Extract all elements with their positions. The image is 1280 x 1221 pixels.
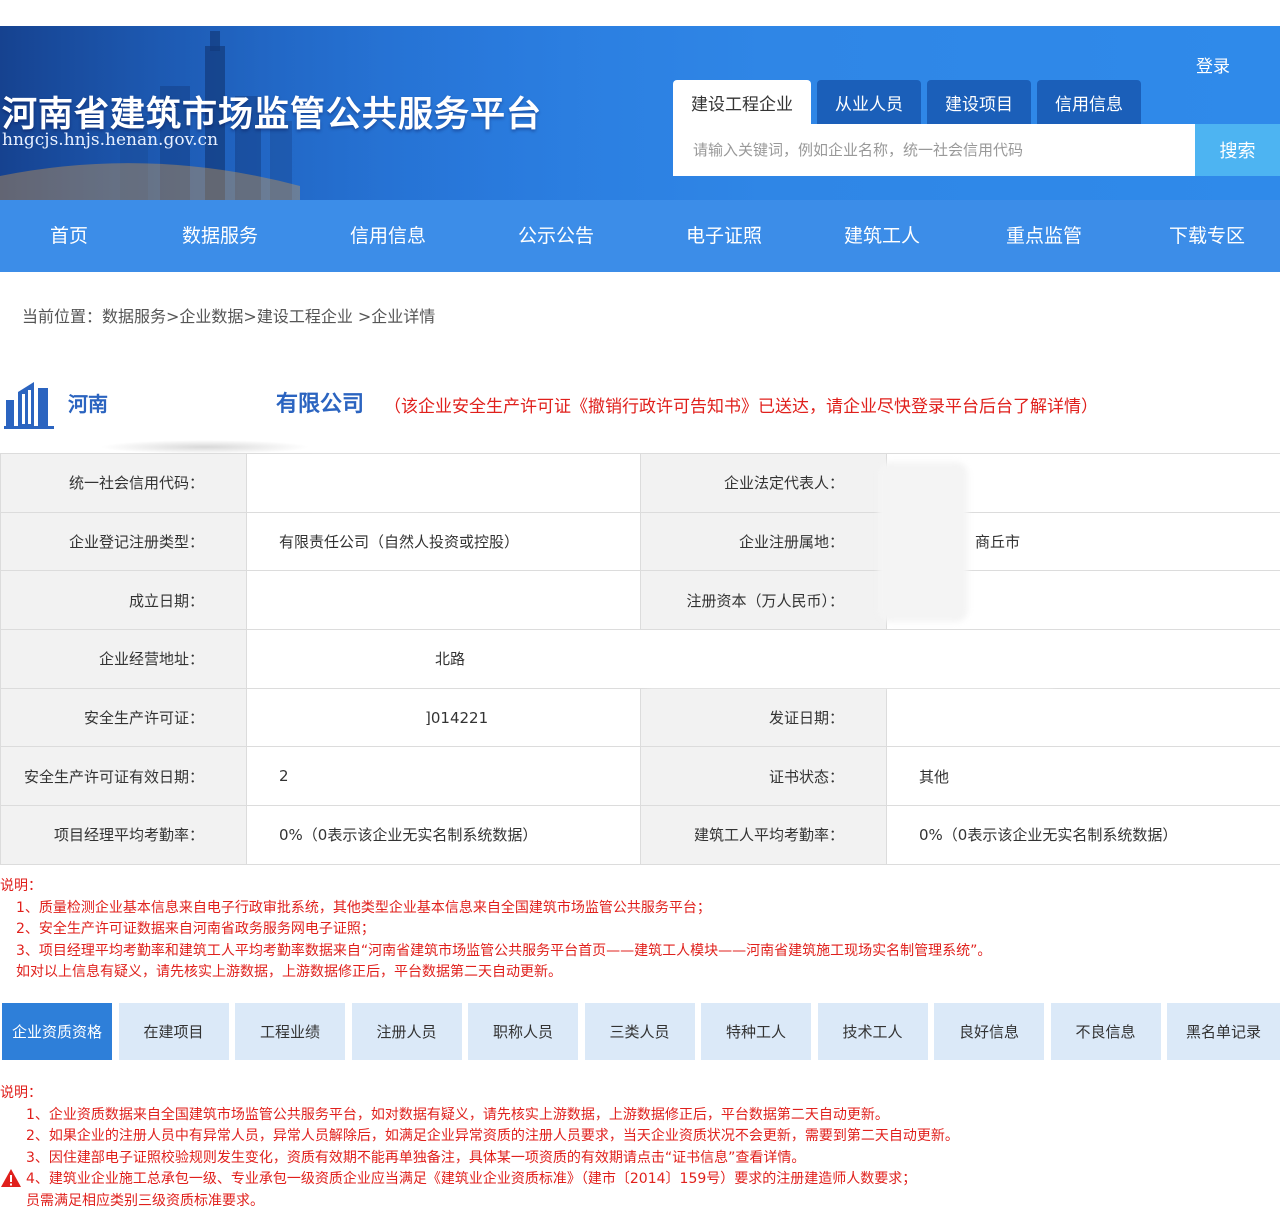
table-row: 统一社会信用代码： 企业法定代表人：	[0, 453, 1280, 513]
label-credit-code: 统一社会信用代码：	[0, 453, 247, 513]
label-business-address: 企业经营地址：	[0, 629, 247, 689]
value-worker-attendance: 0%（0表示该企业无实名制系统数据）	[886, 805, 1280, 865]
site-url: hngcjs.hnjs.henan.gov.cn	[2, 130, 219, 150]
nav-item-credit[interactable]: 信用信息	[350, 200, 426, 272]
tab-skilled-workers[interactable]: 技术工人	[817, 1003, 928, 1060]
table-row: 安全生产许可证： ]014221 发证日期：	[0, 687, 1280, 748]
table-row: 成立日期： 注册资本（万人民币）：	[0, 570, 1280, 631]
search-tab-projects[interactable]: 建设项目	[927, 80, 1031, 124]
value-pm-attendance: 0%（0表示该企业无实名制系统数据）	[246, 805, 641, 865]
label-license-validity: 安全生产许可证有效日期：	[0, 746, 247, 807]
note-line: 1、质量检测企业基本信息来自电子行政审批系统，其他类型企业基本信息来自全国建筑市…	[16, 899, 711, 916]
search-tab-practitioners[interactable]: 从业人员	[817, 80, 921, 124]
redacted-region	[640, 636, 1060, 686]
company-name: 河南 有限公司	[68, 386, 364, 418]
company-name-suffix: 有限公司	[276, 392, 365, 417]
tab-performance[interactable]: 工程业绩	[235, 1003, 345, 1060]
nav-item-data-service[interactable]: 数据服务	[182, 200, 258, 272]
label-certificate-status: 证书状态：	[640, 746, 887, 807]
tab-special-workers[interactable]: 特种工人	[701, 1003, 811, 1060]
nav-item-announcements[interactable]: 公示公告	[518, 200, 594, 272]
note-line: 2、安全生产许可证数据来自河南省政务服务网电子证照；	[16, 921, 375, 937]
login-link[interactable]: 登录	[1196, 52, 1230, 77]
value-founding-date	[246, 570, 641, 631]
redacted-region	[100, 440, 310, 454]
tab-titled-staff[interactable]: 职称人员	[468, 1003, 578, 1060]
note-line: 如对以上信息有疑义，请先核实上游数据，上游数据修正后，平台数据第二天自动更新。	[16, 964, 562, 980]
company-warning: （该企业安全生产许可证《撤销行政许可告知书》已送达，请企业尽快登录平台后台了解详…	[384, 397, 1098, 417]
value-certificate-status: 其他	[886, 746, 1280, 807]
label-registration-location: 企业注册属地：	[640, 511, 887, 572]
note-line: 2、如果企业的注册人员中有异常人员，异常人员解除后，如满足企业异常资质的注册人员…	[26, 1128, 959, 1144]
building-icon	[4, 382, 54, 429]
label-registration-type: 企业登记注册类型：	[0, 511, 247, 572]
notes-heading: 说明：	[0, 1085, 42, 1101]
note-line: 3、因住建部电子证照校验规则发生变化，资质有效期不能再单独备注，具体某一项资质的…	[26, 1149, 806, 1166]
search-tab-credit[interactable]: 信用信息	[1037, 80, 1141, 124]
tab-three-category-staff[interactable]: 三类人员	[584, 1003, 695, 1060]
nav-item-workers[interactable]: 建筑工人	[844, 200, 920, 272]
label-worker-attendance: 建筑工人平均考勤率：	[640, 805, 887, 865]
label-legal-rep: 企业法定代表人：	[640, 453, 887, 513]
table-row: 项目经理平均考勤率： 0%（0表示该企业无实名制系统数据） 建筑工人平均考勤率：…	[0, 805, 1280, 865]
label-safety-license: 安全生产许可证：	[0, 687, 247, 748]
tab-good-records[interactable]: 良好信息	[934, 1003, 1044, 1060]
label-issue-date: 发证日期：	[640, 687, 887, 748]
redacted-region	[270, 694, 420, 740]
qualification-notes: 说明： 1、企业资质数据来自全国建筑市场监管公共服务平台，如对数据有疑义，请先核…	[0, 1083, 959, 1212]
note-line: 4、建筑业企业施工总承包一级、专业承包一级资质企业应当满足《建筑业企业资质标准》…	[26, 1171, 917, 1187]
redacted-region	[108, 392, 276, 418]
tab-bad-records[interactable]: 不良信息	[1050, 1003, 1161, 1060]
value-issue-date	[886, 687, 1280, 748]
detail-tabs: 企业资质资格 在建项目 工程业绩 注册人员 职称人员 三类人员 特种工人 技术工…	[2, 1003, 1280, 1060]
main-nav: 首页 数据服务 信用信息 公示公告 电子证照 建筑工人 重点监管 下载专区	[0, 200, 1280, 272]
redacted-region	[878, 462, 968, 622]
search-tab-construction-enterprise[interactable]: 建设工程企业	[673, 80, 811, 124]
redacted-region	[300, 458, 430, 508]
table-row: 安全生产许可证有效日期： 2 证书状态： 其他	[0, 746, 1280, 807]
nav-item-home[interactable]: 首页	[50, 200, 88, 272]
search-button[interactable]: 搜索	[1195, 124, 1280, 176]
label-registered-capital: 注册资本（万人民币）：	[640, 570, 887, 631]
note-line: 员需满足相应类别三级资质标准要求。	[26, 1192, 264, 1209]
nav-item-downloads[interactable]: 下载专区	[1169, 200, 1245, 272]
tab-registered-staff[interactable]: 注册人员	[351, 1003, 462, 1060]
label-pm-attendance: 项目经理平均考勤率：	[0, 805, 247, 865]
tab-ongoing-projects[interactable]: 在建项目	[118, 1003, 229, 1060]
info-notes: 说明： 1、质量检测企业基本信息来自电子行政审批系统，其他类型企业基本信息来自全…	[0, 876, 991, 984]
table-row: 企业登记注册类型： 有限责任公司（自然人投资或控股） 企业注册属地： 商丘市	[0, 511, 1280, 572]
site-header: 河南省建筑市场监管公共服务平台 hngcjs.hnjs.henan.gov.cn…	[0, 26, 1280, 200]
redacted-region	[262, 636, 422, 682]
note-line: 3、项目经理平均考勤率和建筑工人平均考勤率数据来自“河南省建筑市场监管公共服务平…	[16, 942, 992, 959]
redacted-region	[980, 1164, 1280, 1194]
nav-item-key-supervision[interactable]: 重点监管	[1006, 200, 1082, 272]
value-registration-type: 有限责任公司（自然人投资或控股）	[246, 511, 641, 572]
redacted-region	[300, 752, 420, 798]
label-founding-date: 成立日期：	[0, 570, 247, 631]
tab-blacklist[interactable]: 黑名单记录	[1167, 1003, 1280, 1060]
note-line: 1、企业资质数据来自全国建筑市场监管公共服务平台，如对数据有疑义，请先核实上游数…	[26, 1106, 889, 1123]
warning-icon	[1, 1169, 21, 1187]
breadcrumb: 当前位置：数据服务>企业数据>建设工程企业 >企业详情	[22, 307, 436, 326]
company-name-prefix: 河南	[68, 392, 108, 416]
nav-item-e-certificates[interactable]: 电子证照	[686, 200, 762, 272]
search-input[interactable]	[673, 124, 1195, 176]
notes-heading: 说明：	[0, 878, 42, 894]
tab-qualifications[interactable]: 企业资质资格	[2, 1003, 112, 1060]
